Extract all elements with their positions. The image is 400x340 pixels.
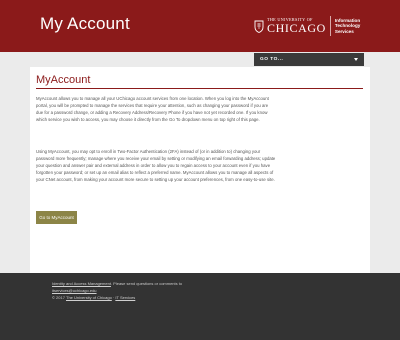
details-paragraph: Using MyAccount, you may opt to enroll i… [36, 149, 276, 183]
logo-wordmark: THE UNIVERSITY OF CHICAGO [267, 17, 326, 36]
iam-link[interactable]: Identity and Access Management [52, 281, 111, 286]
copyright-text: © 2017 [52, 295, 66, 300]
chevron-down-icon [354, 58, 358, 61]
it-services-link[interactable]: IT Services [115, 295, 135, 300]
goto-dropdown-label: GO TO... [260, 57, 284, 62]
university-crest-icon [254, 20, 264, 33]
department-name: Information Technology Services [335, 18, 360, 34]
footer-contact-text: . Please send questions or comments to [110, 281, 183, 286]
department-line-3: Services [334, 28, 354, 34]
footer-email-line: itservices@uchicago.edu [52, 288, 97, 293]
intro-paragraph: MyAccount allows you to manage all your … [36, 96, 269, 123]
go-to-myaccount-button[interactable]: Go to MyAccount [36, 211, 77, 224]
footer-copyright-line: © 2017 The University of Chicago · IT Se… [52, 295, 135, 300]
logo-divider [329, 16, 331, 36]
university-link[interactable]: The University of Chicago [66, 295, 112, 300]
goto-dropdown[interactable]: GO TO... [254, 53, 364, 66]
support-email-link[interactable]: itservices@uchicago.edu [52, 288, 97, 293]
main-content-area: MyAccount MyAccount allows you to manage… [0, 67, 400, 273]
site-header: My Account THE UNIVERSITY OF CHICAGO Inf… [0, 0, 400, 52]
page-title: MyAccount [36, 74, 91, 86]
logo-line-big: CHICAGO [267, 21, 326, 36]
content-panel: MyAccount MyAccount allows you to manage… [30, 67, 370, 273]
page-header-title: My Account [40, 14, 130, 33]
site-footer: Identity and Access Management. Please s… [0, 273, 400, 340]
title-divider [36, 88, 363, 89]
university-logo[interactable]: THE UNIVERSITY OF CHICAGO Information Te… [254, 14, 382, 38]
footer-contact-line: Identity and Access Management. Please s… [52, 281, 182, 286]
